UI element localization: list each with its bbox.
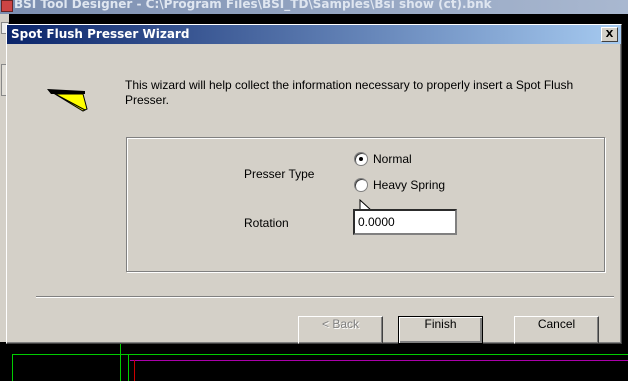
radio-normal-label[interactable]: Normal xyxy=(373,152,412,166)
presser-icon xyxy=(47,89,88,112)
canvas-line xyxy=(120,342,121,381)
rotation-input[interactable] xyxy=(353,209,457,235)
presser-type-label: Presser Type xyxy=(244,167,315,181)
canvas-line xyxy=(12,354,628,355)
close-icon: X xyxy=(605,29,614,40)
intro-text: This wizard will help collect the inform… xyxy=(125,78,574,107)
separator xyxy=(36,296,614,297)
app-icon xyxy=(1,0,13,12)
dialog-title: Spot Flush Presser Wizard xyxy=(11,27,190,41)
spot-flush-presser-dialog: Spot Flush Presser Wizard X This wizard … xyxy=(6,24,622,344)
canvas-line xyxy=(134,360,135,381)
canvas-line xyxy=(12,354,13,381)
drawing-canvas[interactable] xyxy=(0,342,628,381)
close-button[interactable]: X xyxy=(601,27,618,42)
radio-heavy-spring-label[interactable]: Heavy Spring xyxy=(373,178,445,192)
canvas-line xyxy=(130,360,628,361)
radio-normal[interactable] xyxy=(354,152,368,166)
cancel-button[interactable]: Cancel xyxy=(514,316,599,344)
dialog-titlebar[interactable]: Spot Flush Presser Wizard X xyxy=(7,25,621,44)
background-window-title: BSI Tool Designer - C:\Program Files\BSI… xyxy=(14,0,492,11)
finish-button[interactable]: Finish xyxy=(398,316,483,344)
radio-heavy-spring[interactable] xyxy=(354,178,368,192)
background-window-titlebar: BSI Tool Designer - C:\Program Files\BSI… xyxy=(0,0,628,14)
back-button[interactable]: < Back xyxy=(298,316,383,344)
rotation-label: Rotation xyxy=(244,216,289,230)
canvas-line xyxy=(128,354,129,381)
